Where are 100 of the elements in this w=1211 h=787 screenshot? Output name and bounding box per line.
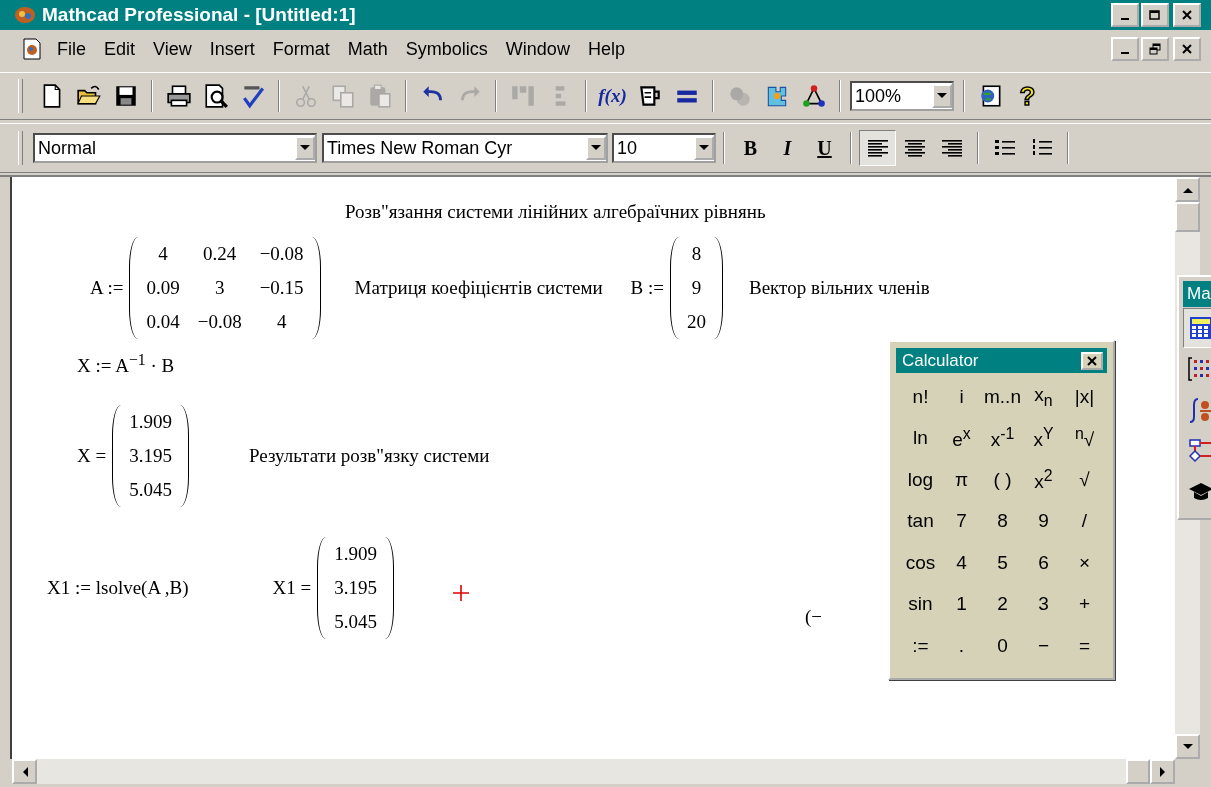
calculator-key[interactable]: .	[941, 625, 982, 667]
style-dropdown[interactable]: Normal	[33, 133, 317, 163]
calculator-key[interactable]: −	[1023, 625, 1064, 667]
calculator-key[interactable]: tan	[900, 500, 941, 542]
menu-item[interactable]: File	[50, 36, 93, 62]
node-diagram-icon	[800, 83, 827, 109]
italic-button[interactable]: I	[769, 130, 806, 166]
matrix-entry: 0.04	[146, 311, 180, 333]
insert-function-button[interactable]: f(x)	[594, 78, 631, 114]
minimize-button[interactable]	[1111, 3, 1139, 27]
matrix-entry: 0.24	[203, 243, 237, 265]
heading-text: Розв"язання системи лінійних алгебраїчних рівнянь	[345, 201, 766, 223]
calculator-key[interactable]: 5	[982, 542, 1023, 584]
calculator-key[interactable]: :=	[900, 625, 941, 667]
app-icon	[14, 5, 36, 25]
menu-item[interactable]: Insert	[202, 36, 262, 62]
align-right-icon	[939, 137, 964, 159]
restore-button[interactable]	[1141, 37, 1169, 61]
left-arrow-icon	[21, 766, 28, 777]
menu-item[interactable]: Edit	[97, 36, 143, 62]
matrix-entry: 8	[691, 243, 702, 265]
calculator-key[interactable]: $^{n}$√	[1064, 417, 1105, 459]
calculator-key[interactable]: cos	[900, 542, 941, 584]
calculator-key[interactable]: =	[1064, 625, 1105, 667]
calculator-toolbar-button[interactable]	[1183, 308, 1211, 348]
maximize-button[interactable]	[1141, 3, 1169, 27]
menu-item[interactable]: Help	[580, 36, 632, 62]
integral-icon	[1188, 397, 1211, 423]
calculator-key[interactable]: 9	[1023, 500, 1064, 542]
calculator-key[interactable]: log	[900, 459, 941, 501]
underline-button[interactable]: U	[806, 130, 843, 166]
calculator-key[interactable]: i	[941, 376, 982, 418]
close-button[interactable]	[1081, 351, 1103, 370]
scroll-thumb[interactable]	[1126, 759, 1150, 784]
calculator-key[interactable]: x$^{2}$	[1023, 459, 1064, 501]
calculator-key[interactable]: x$^{-1}$	[982, 417, 1023, 459]
horizontal-scrollbar[interactable]	[12, 759, 1175, 784]
up-arrow-icon	[1182, 186, 1193, 193]
math-expression: A :=	[90, 277, 124, 299]
scroll-thumb[interactable]	[1175, 202, 1200, 232]
right-arrow-icon	[1159, 766, 1166, 777]
document-icon[interactable]	[22, 38, 42, 60]
calculator-key[interactable]: 6	[1023, 542, 1064, 584]
palette-title-bar[interactable]: Calculator	[896, 348, 1107, 373]
font-dropdown[interactable]: Times New Roman Cyr	[322, 133, 608, 163]
math-expression: (−	[805, 606, 823, 629]
calculator-key[interactable]: √	[1064, 459, 1105, 501]
calculator-key[interactable]: x$^{Y}$	[1023, 417, 1064, 459]
printer-icon	[165, 83, 192, 109]
menu-item[interactable]: Format	[265, 36, 337, 62]
calculator-key[interactable]: /	[1064, 500, 1105, 542]
close-icon	[1182, 44, 1192, 54]
magnifier-page-icon	[202, 83, 229, 109]
calculator-key[interactable]: m..n	[982, 376, 1023, 418]
calculator-icon	[1188, 315, 1211, 341]
menu-item[interactable]: Symbolics	[398, 36, 495, 62]
calculator-key[interactable]: n!	[900, 376, 941, 418]
zoom-dropdown[interactable]: 100%	[850, 81, 954, 111]
calculator-key[interactable]: |x|	[1064, 376, 1105, 418]
align-left-button[interactable]	[859, 130, 896, 166]
calculator-key[interactable]: 1	[941, 583, 982, 625]
calculator-key[interactable]: +	[1064, 583, 1105, 625]
calculator-key[interactable]: π	[941, 459, 982, 501]
calculator-key[interactable]: 8	[982, 500, 1023, 542]
matrix-entry: 9	[691, 277, 702, 299]
menu-item[interactable]: Math	[340, 36, 395, 62]
calculator-key[interactable]: e$^{x}$	[941, 417, 982, 459]
minimize-button[interactable]	[1111, 37, 1139, 61]
calculator-key[interactable]: ( )	[982, 459, 1023, 501]
matrix-entry: 4	[158, 243, 168, 265]
matrix-icon	[1188, 356, 1211, 382]
calculator-key[interactable]: 4	[941, 542, 982, 584]
restore-icon	[1149, 43, 1161, 55]
calculator-key[interactable]: 7	[941, 500, 982, 542]
bold-button[interactable]: B	[732, 130, 769, 166]
calculator-key[interactable]: ×	[1064, 542, 1105, 584]
menu-item[interactable]: Window	[498, 36, 577, 62]
calculator-key[interactable]: 2	[982, 583, 1023, 625]
calculator-key[interactable]: 3	[1023, 583, 1064, 625]
font-size-dropdown[interactable]: 10	[612, 133, 716, 163]
calculator-key[interactable]: ln	[900, 417, 941, 459]
calculator-key[interactable]: 0	[982, 625, 1023, 667]
align-left-icon	[865, 137, 890, 159]
dropdown-arrow-icon	[591, 145, 601, 151]
calculator-key[interactable]: sin	[900, 583, 941, 625]
crosshair-icon	[452, 584, 471, 603]
menu-item[interactable]: View	[146, 36, 199, 62]
scroll-right-button[interactable]	[1150, 759, 1175, 784]
close-button[interactable]	[1173, 3, 1201, 27]
scroll-up-button[interactable]	[1175, 177, 1200, 202]
down-arrow-icon	[1182, 743, 1193, 750]
matrix-entry: 3.195	[334, 577, 378, 600]
calculator-key[interactable]: x$_{n}$	[1023, 376, 1064, 418]
close-button[interactable]	[1173, 37, 1201, 61]
matrix-entry: −0.15	[259, 277, 304, 299]
text-region: Результати розв"язку системи	[248, 445, 490, 468]
dropdown-arrow-icon	[300, 145, 310, 151]
scroll-down-button[interactable]	[1175, 734, 1200, 759]
matrix-entry: 20	[687, 311, 706, 333]
scroll-left-button[interactable]	[12, 759, 37, 784]
